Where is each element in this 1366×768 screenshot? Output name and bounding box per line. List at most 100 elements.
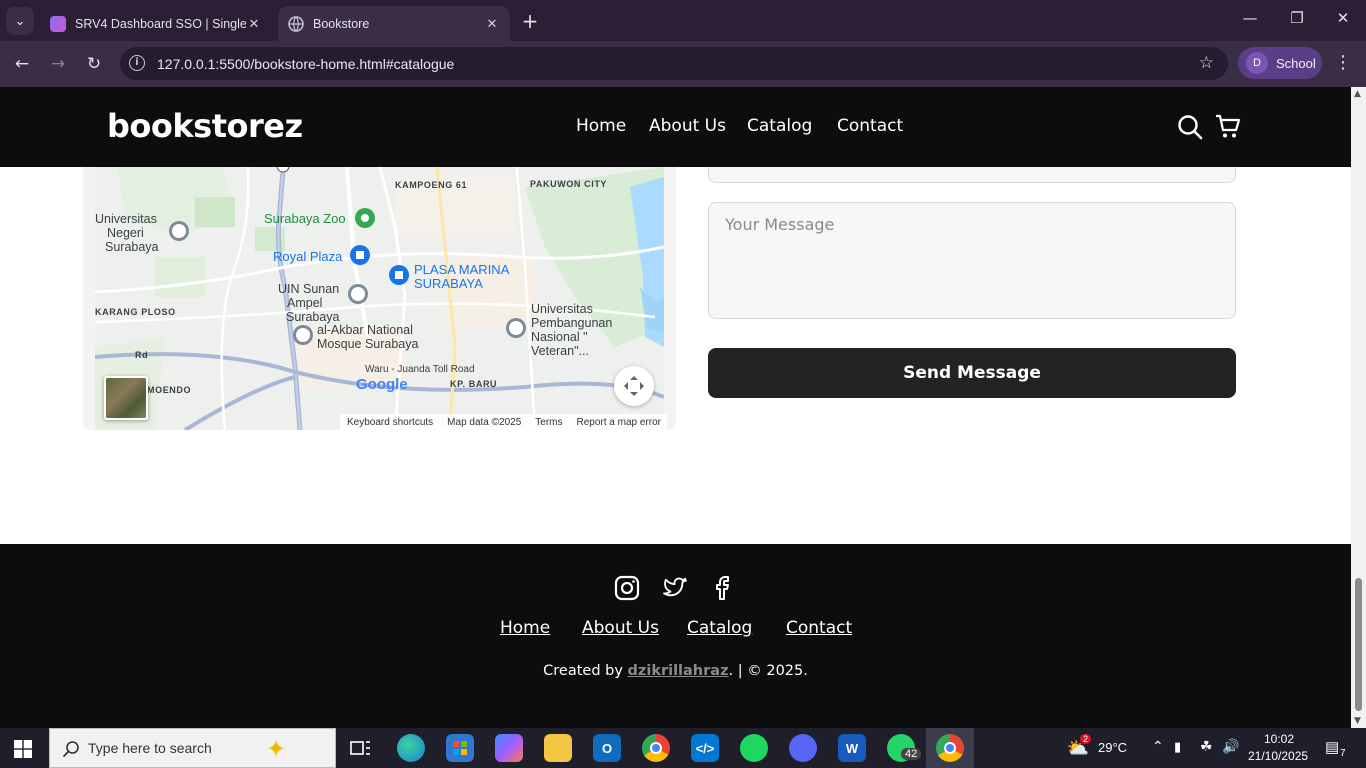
tab-search-button[interactable]: ⌄ (6, 7, 34, 35)
facebook-icon[interactable] (711, 575, 737, 601)
close-tab-icon[interactable]: ✕ (484, 16, 500, 32)
expand-icon (624, 376, 644, 396)
send-message-button[interactable]: Send Message (708, 348, 1236, 398)
tab-title: Bookstore (313, 16, 370, 31)
map-label-marina-2: SURABAYA (414, 276, 483, 291)
whatsapp-badge: 42 (901, 748, 922, 760)
taskbar-search-placeholder: Type here to search (88, 740, 212, 756)
map-embed[interactable]: 1 KAMPOENG 61 PAKUWON CITY Universitas N… (83, 147, 676, 430)
twitter-icon[interactable] (663, 575, 689, 601)
browser-tab-bar: ⌄ SRV4 Dashboard SSO | Single Si ✕ Books… (0, 0, 1366, 41)
nav-contact[interactable]: Contact (837, 116, 903, 136)
profile-button[interactable]: D School (1238, 47, 1322, 79)
battery-icon[interactable]: ▮ (1174, 739, 1181, 755)
site-footer: Home About Us Catalog Contact Created by… (0, 544, 1351, 728)
map-label-moendo: MOENDO (147, 385, 192, 395)
windows-taskbar: Type here to search ✦ O </> W 42 ⛅ 2 29°… (0, 728, 1366, 768)
map-label-akbar-2: Mosque Surabaya (317, 337, 419, 351)
scrollbar-thumb[interactable] (1355, 578, 1362, 711)
file-explorer-icon[interactable] (544, 734, 572, 762)
scroll-down-icon[interactable]: ▼ (1354, 716, 1361, 726)
weather-temperature[interactable]: 29°C (1098, 740, 1127, 755)
clock-date[interactable]: 21/10/2025 (1248, 749, 1308, 763)
taskbar-search-input[interactable]: Type here to search ✦ (49, 728, 336, 768)
forward-arrow-icon[interactable]: → (46, 52, 70, 76)
scroll-up-icon[interactable]: ▲ (1354, 89, 1361, 99)
discord-icon[interactable] (789, 734, 817, 762)
back-arrow-icon[interactable]: ← (10, 52, 34, 76)
nav-home[interactable]: Home (576, 116, 626, 136)
instagram-icon[interactable] (614, 575, 640, 601)
map-label-uin-1: UIN Sunan (278, 282, 340, 296)
map-label-kp-baru: KP. BARU (450, 379, 498, 389)
volume-icon[interactable]: 🔊 (1222, 738, 1239, 755)
map-label-upn-4: Veteran"... (531, 344, 589, 358)
search-icon[interactable] (1177, 114, 1203, 140)
site-header: bookstorez Home About Us Catalog Contact (0, 87, 1351, 167)
map-label-kampoeng: KAMPOENG 61 (395, 180, 468, 190)
close-window-button[interactable]: ✕ (1331, 9, 1355, 27)
restore-window-button[interactable]: ❐ (1285, 9, 1309, 27)
map-keyboard-shortcuts[interactable]: Keyboard shortcuts (347, 417, 433, 428)
map-fullscreen-button[interactable] (614, 366, 654, 406)
reload-icon[interactable]: ↻ (82, 52, 106, 76)
address-bar[interactable]: i 127.0.0.1:5500/bookstore-home.html#cat… (120, 47, 1228, 80)
map-attribution-bar: Keyboard shortcuts Map data ©2025 Terms … (340, 414, 667, 430)
browser-menu-icon[interactable]: ⋮ (1334, 52, 1352, 73)
map-label-upn-2: Pembangunan (531, 316, 613, 330)
address-url[interactable]: 127.0.0.1:5500/bookstore-home.html#catal… (157, 56, 454, 72)
tab-srv4-dashboard[interactable]: SRV4 Dashboard SSO | Single Si ✕ (40, 6, 272, 41)
copilot-icon[interactable] (495, 734, 523, 762)
word-icon[interactable]: W (838, 734, 866, 762)
credit-suffix: . | © 2025. (728, 663, 808, 679)
chrome-icon[interactable] (642, 734, 670, 762)
clock-time[interactable]: 10:02 (1264, 732, 1294, 746)
map-label-karang-ploso: KARANG PLOSO (95, 307, 176, 317)
nav-about-us[interactable]: About Us (649, 116, 726, 136)
map-label-zoo: Surabaya Zoo (264, 211, 346, 226)
minimize-window-button[interactable]: — (1238, 9, 1262, 27)
map-report-error[interactable]: Report a map error (577, 417, 661, 428)
profile-name: School (1276, 55, 1316, 71)
nav-catalog[interactable]: Catalog (747, 116, 812, 136)
outlook-icon[interactable]: O (593, 734, 621, 762)
vscode-icon[interactable]: </> (691, 734, 719, 762)
credit-author-link[interactable]: dzikrillahraz (628, 663, 729, 679)
spotify-icon[interactable] (740, 734, 768, 762)
page-scrollbar[interactable]: ▲ ▼ (1351, 87, 1366, 728)
map-label-toll-road: Waru - Juanda Toll Road (365, 364, 475, 375)
site-info-icon[interactable]: i (129, 55, 145, 71)
tray-chevron-icon[interactable]: ⌃ (1152, 738, 1164, 755)
notification-count: 7 (1340, 748, 1346, 759)
globe-favicon-icon (288, 15, 304, 32)
close-tab-icon[interactable]: ✕ (246, 16, 262, 32)
tab-bookstore[interactable]: Bookstore ✕ (278, 6, 510, 41)
page-viewport: bookstorez Home About Us Catalog Contact (0, 87, 1351, 728)
microsoft-store-icon[interactable] (446, 734, 474, 762)
map-label-unesa-3: Surabaya (105, 240, 159, 254)
message-textarea[interactable]: Your Message (708, 202, 1236, 319)
site-logo[interactable]: bookstorez (107, 107, 303, 145)
map-label-road: Rd (135, 350, 149, 360)
notification-icon[interactable]: ▤ (1325, 738, 1339, 756)
map-label-uin-2: Ampel (287, 296, 323, 310)
chrome-profile-icon[interactable] (936, 734, 964, 762)
cart-icon[interactable] (1215, 114, 1241, 140)
footer-credit: Created by dzikrillahraz. | © 2025. (0, 663, 1351, 679)
new-tab-button[interactable]: + (518, 9, 542, 33)
bookmark-star-icon[interactable]: ☆ (1199, 53, 1214, 73)
weather-badge: 2 (1080, 734, 1092, 744)
task-view-icon[interactable] (346, 734, 374, 762)
map-terms[interactable]: Terms (535, 417, 562, 428)
windows-start-icon[interactable] (14, 740, 32, 758)
edge-icon[interactable] (397, 734, 425, 762)
wifi-icon[interactable]: ☘ (1200, 738, 1213, 755)
browser-toolbar: ← → ↻ i 127.0.0.1:5500/bookstore-home.ht… (0, 41, 1366, 87)
footer-link-catalog[interactable]: Catalog (687, 618, 752, 638)
footer-link-home[interactable]: Home (500, 618, 550, 638)
map-label-royal-plaza: Royal Plaza (273, 249, 343, 264)
google-logo: Google (356, 376, 408, 393)
footer-link-about-us[interactable]: About Us (582, 618, 659, 638)
satellite-layer-button[interactable] (104, 376, 148, 420)
footer-link-contact[interactable]: Contact (786, 618, 852, 638)
